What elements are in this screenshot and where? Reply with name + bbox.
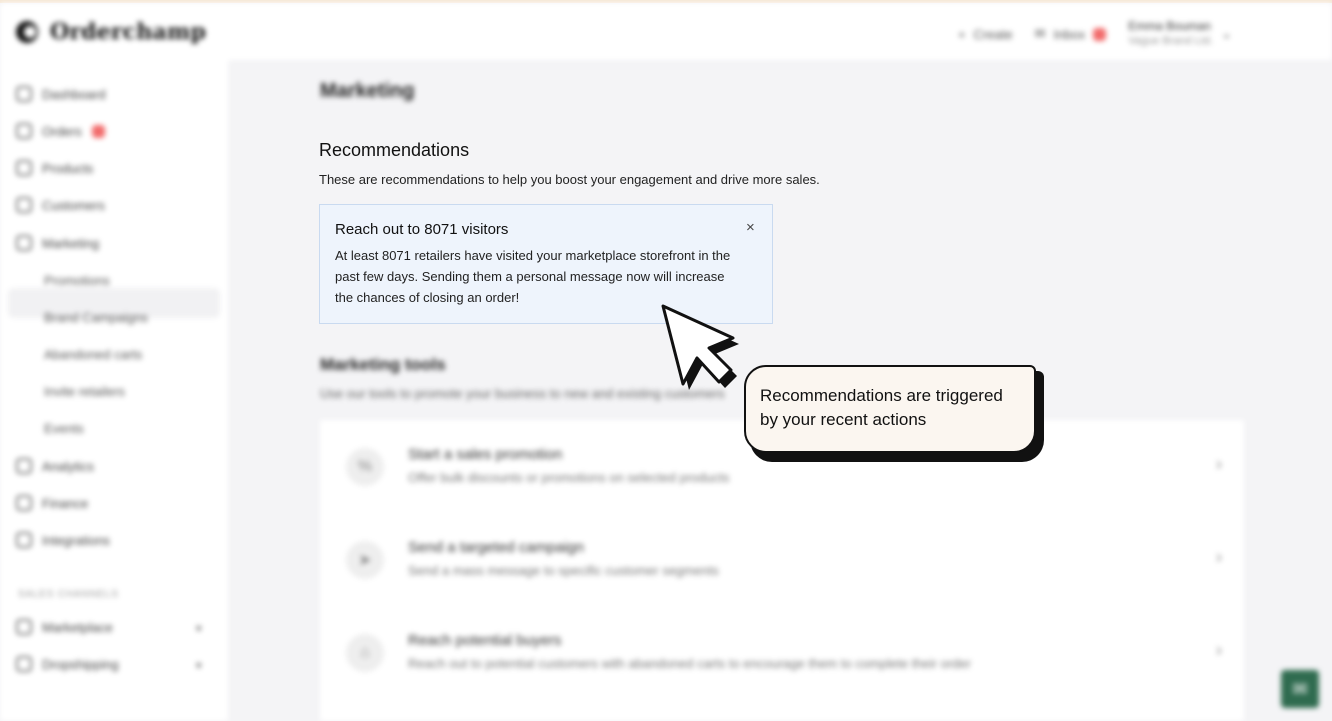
sidebar-item-label: Integrations [42, 532, 110, 548]
integrations-icon [16, 532, 32, 548]
sidebar-subitem-invite-retailers[interactable]: Invite retailers [44, 384, 125, 399]
expand-icon[interactable]: ▾ [196, 622, 202, 635]
plus-icon: + [957, 26, 966, 42]
inbox-badge [1093, 27, 1107, 41]
sidebar-item-label: Finance [42, 495, 89, 511]
sidebar-section-label: SALES CHANNELS [18, 589, 119, 600]
user-name: Emma Bouman [1128, 19, 1211, 33]
customers-icon [16, 197, 32, 213]
tool-row-targeted-campaign[interactable]: ➤ Send a targeted campaign Send a mass m… [320, 513, 1244, 607]
store-icon [16, 619, 32, 635]
inbox-label: Inbox [1053, 26, 1086, 42]
marketing-tools-title: Marketing tools [320, 355, 446, 374]
sidebar-item-dropshipping[interactable]: Dropshipping [16, 652, 119, 676]
chevron-down-icon: ⌄ [1221, 26, 1232, 41]
tooltip-callout: Recommendations are triggered by your re… [744, 365, 1036, 453]
logo-icon [16, 21, 42, 43]
cart-icon: ⌂ [346, 634, 384, 672]
create-label: Create [973, 26, 1013, 42]
pointer-cursor-icon [661, 304, 739, 390]
sidebar-item-label: Dropshipping [42, 656, 119, 672]
sidebar-item-label: Dashboard [42, 86, 106, 102]
sidebar-item-integrations[interactable]: Integrations [16, 528, 110, 552]
recommendation-card-title: Reach out to 8071 visitors [335, 221, 509, 238]
sidebar-subitem-promotions[interactable]: Promotions [44, 273, 110, 288]
sidebar-item-label: Products [42, 160, 94, 176]
user-menu[interactable]: Emma Bouman Vague Brand Ltd. ⌄ [1128, 19, 1232, 49]
tool-description: Send a mass message to specific customer… [408, 563, 719, 578]
finance-icon [16, 495, 32, 511]
tool-title: Send a targeted campaign [408, 539, 584, 556]
sidebar-item-orders[interactable]: Orders [16, 119, 105, 143]
sidebar-item-finance[interactable]: Finance [16, 491, 88, 515]
sidebar-item-label: Orders [42, 123, 82, 139]
sidebar-subitem-events[interactable]: Events [44, 421, 84, 436]
chat-button[interactable]: ✉ [1281, 670, 1319, 708]
chevron-right-icon: › [1216, 454, 1222, 474]
sidebar-subitem-brand-campaigns[interactable]: Brand Campaigns [44, 310, 148, 325]
close-icon[interactable]: × [746, 219, 755, 236]
tool-title: Start a sales promotion [408, 446, 563, 463]
chevron-right-icon: › [1216, 547, 1222, 567]
sidebar-subitem-abandoned-carts[interactable]: Abandoned carts [44, 347, 142, 362]
page-title: Marketing [320, 80, 415, 102]
logo[interactable]: Orderchamp [16, 19, 206, 45]
sidebar-item-label: Analytics [42, 458, 95, 474]
inbox-button[interactable]: ✉ Inbox [1035, 26, 1107, 42]
sidebar-item-analytics[interactable]: Analytics [16, 454, 94, 478]
sidebar-item-label: Marketplace [42, 619, 113, 635]
sidebar: Dashboard Orders Products Customers Mark… [0, 60, 228, 721]
chat-icon: ✉ [1292, 678, 1308, 699]
inbox-icon: ✉ [1034, 26, 1046, 41]
recommendations-subtitle: These are recommendations to help you bo… [319, 172, 820, 187]
recommendations-title: Recommendations [319, 140, 470, 160]
box-icon [16, 656, 32, 672]
send-icon: ➤ [346, 541, 384, 579]
recommendation-card-body: At least 8071 retailers have visited you… [335, 248, 731, 305]
user-company: Vague Brand Ltd. [1128, 35, 1214, 47]
sidebar-item-products[interactable]: Products [16, 156, 93, 180]
tool-description: Reach out to potential customers with ab… [408, 656, 971, 671]
tool-row-potential-buyers[interactable]: ⌂ Reach potential buyers Reach out to po… [320, 606, 1244, 700]
sidebar-item-label: Customers [42, 197, 105, 213]
percent-icon: % [346, 448, 384, 486]
home-icon [16, 86, 32, 102]
tool-description: Offer bulk discounts or promotions on se… [408, 470, 730, 485]
callout-text: Recommendations are triggered by your re… [760, 386, 1003, 429]
logo-text: Orderchamp [50, 19, 207, 45]
sidebar-item-label: Marketing [42, 235, 100, 251]
app-header: Orderchamp + Create ✉ Inbox Emma Bouman … [0, 3, 1332, 60]
chevron-right-icon: › [1216, 640, 1222, 660]
megaphone-icon [16, 235, 32, 251]
orders-icon [16, 123, 32, 139]
expand-icon[interactable]: ▾ [196, 659, 202, 672]
analytics-icon [16, 458, 32, 474]
sidebar-item-marketing[interactable]: Marketing [16, 231, 99, 255]
create-button[interactable]: + Create [958, 27, 1013, 42]
tag-icon [16, 160, 32, 176]
sidebar-item-dashboard[interactable]: Dashboard [16, 82, 106, 106]
orders-badge [91, 124, 105, 138]
tool-title: Reach potential buyers [408, 632, 562, 649]
sidebar-item-customers[interactable]: Customers [16, 193, 105, 217]
sidebar-item-marketplace[interactable]: Marketplace [16, 615, 113, 639]
tool-row-partial [320, 699, 1244, 721]
